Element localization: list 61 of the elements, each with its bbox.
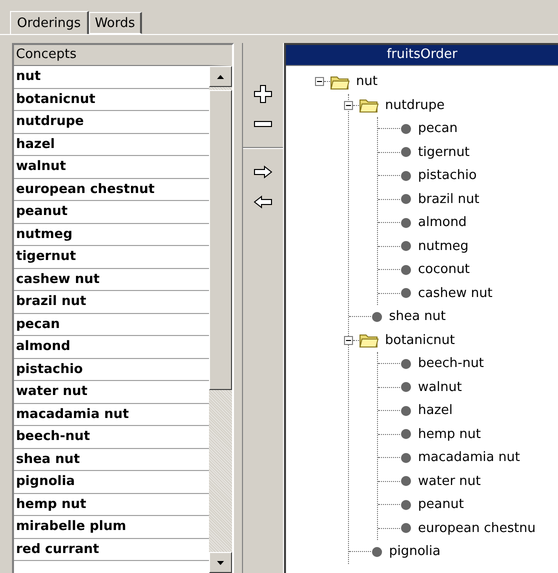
leaf-dot-icon	[400, 264, 412, 276]
leaf-dot-icon	[400, 216, 412, 229]
collapse-toggle[interactable]	[344, 336, 353, 345]
tree-node[interactable]: almond	[418, 215, 467, 230]
scrollbar[interactable]	[209, 66, 232, 573]
leaf-dot-icon	[400, 452, 412, 464]
tree-node[interactable]: tigernut	[418, 144, 470, 160]
leaf-dot-icon	[400, 240, 412, 252]
tree-node[interactable]: nut	[356, 74, 378, 90]
leaf-dot-icon	[400, 498, 412, 511]
minus-icon	[253, 120, 273, 128]
folder-icon	[359, 97, 379, 114]
minus-icon	[346, 338, 351, 343]
tree-node[interactable]: hazel	[418, 403, 453, 418]
tree-node[interactable]: water nut	[418, 474, 481, 489]
leaf-dot-icon	[400, 404, 412, 417]
minus-icon	[317, 79, 322, 84]
tree-node[interactable]: pecan	[418, 121, 458, 136]
leaf-dot-icon	[400, 475, 412, 488]
tree-node[interactable]: european chestnu	[418, 520, 536, 536]
leaf-dot-icon	[400, 287, 412, 300]
leaf-dot-icon	[400, 358, 412, 370]
leaf-dot-icon	[371, 546, 383, 558]
add-button[interactable]	[252, 83, 274, 105]
leaf-dot-icon	[371, 310, 383, 323]
tree-node[interactable]: pistachio	[418, 168, 477, 184]
scroll-down-icon	[217, 560, 224, 564]
leaf-dot-icon	[400, 146, 412, 158]
tree-node[interactable]: brazil nut	[418, 192, 480, 207]
tree-node[interactable]: hemp nut	[418, 426, 481, 442]
leaf-dot-icon	[400, 170, 412, 182]
tree-node[interactable]: macadamia nut	[418, 450, 520, 466]
folder-icon	[359, 332, 379, 348]
column-header[interactable]: Concepts	[14, 45, 232, 66]
tree-node[interactable]: nutdrupe	[385, 98, 445, 113]
tree-node[interactable]: beech-nut	[418, 356, 484, 372]
scroll-up-icon	[217, 74, 224, 78]
tab[interactable]: Orderings	[10, 11, 89, 35]
leaf-dot-icon	[400, 193, 412, 206]
left-arrow-icon	[253, 195, 273, 209]
tree-node[interactable]: walnut	[418, 380, 462, 395]
right-arrow-icon	[253, 165, 273, 179]
plus-icon	[253, 84, 273, 104]
folder-icon	[330, 74, 350, 90]
tree-node[interactable]: pignolia	[389, 544, 440, 560]
tree-node[interactable]: nutmeg	[418, 238, 468, 254]
tab[interactable]: Words	[88, 12, 142, 34]
tree-node[interactable]: coconut	[418, 262, 470, 278]
tree-node[interactable]: shea nut	[389, 309, 446, 324]
leaf-dot-icon	[400, 428, 412, 440]
leaf-dot-icon	[400, 122, 412, 135]
tree-node[interactable]: botanicnut	[385, 332, 455, 348]
leaf-dot-icon	[400, 522, 412, 534]
panel-title: fruitsOrder	[286, 45, 558, 66]
collapse-toggle[interactable]	[315, 77, 324, 86]
scroll-thumb[interactable]	[209, 90, 232, 390]
leaf-dot-icon	[400, 381, 412, 394]
collapse-toggle[interactable]	[344, 100, 353, 110]
tree-node[interactable]: peanut	[418, 497, 464, 512]
minus-icon	[346, 102, 351, 108]
tree-node[interactable]: cashew nut	[418, 286, 492, 301]
